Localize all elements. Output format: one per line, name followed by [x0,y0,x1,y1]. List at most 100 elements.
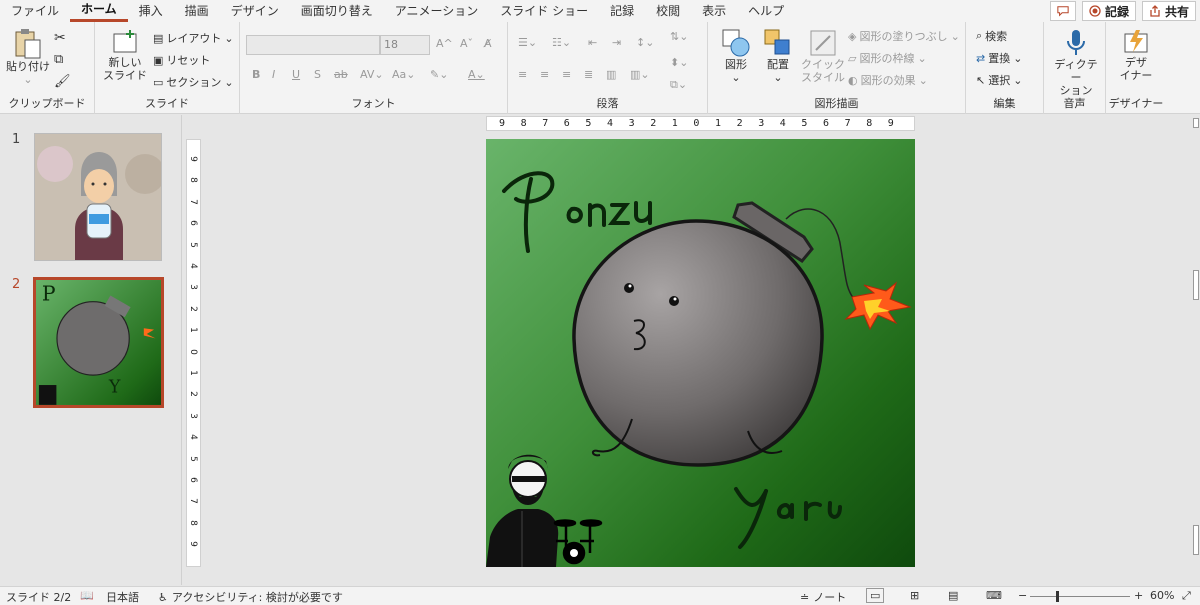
menu-help[interactable]: ヘルプ [737,0,795,22]
layout-button[interactable]: ▤ レイアウト ⌄ [153,30,234,46]
quick-styles-button[interactable]: クイック スタイル [800,28,846,84]
shape-fill-button[interactable]: ◈ 図形の塗りつぶし ⌄ [848,28,960,44]
thumbnail-slide-2[interactable]: P Y [33,277,164,408]
menu-draw[interactable]: 描画 [174,0,220,22]
zoom-slider-thumb[interactable] [1056,591,1059,602]
paste-button[interactable]: 貼り付け ⌄ [6,28,50,86]
grow-font-icon[interactable]: A^ [436,37,453,50]
find-button[interactable]: ⌕ 検索 [976,28,1007,44]
zoom-slider[interactable] [1030,591,1130,602]
shape-outline-button[interactable]: ▱ 図形の枠線 ⌄ [848,50,927,66]
menu-animations[interactable]: アニメーション [384,0,490,22]
bullets-icon[interactable]: ☰⌄ [518,36,537,49]
menu-slideshow[interactable]: スライド ショー [489,0,599,22]
ruler-tick-label: 7 [187,498,198,505]
case-icon[interactable]: Aa⌄ [392,68,415,81]
thumbnail-slide-1[interactable] [34,133,162,261]
line-spacing-icon[interactable]: ↕⌄ [636,36,654,49]
columns-icon[interactable]: ▥⌄ [630,68,650,81]
select-label: 選択 [988,74,1011,87]
bomb-right-eye [669,296,679,306]
share-button[interactable]: 共有 [1141,1,1196,21]
align-left-icon[interactable]: ≡ [518,68,527,81]
zoom-in-icon[interactable]: + [1134,589,1143,602]
record-button[interactable]: 記録 [1081,1,1136,21]
shadow-icon[interactable]: S [314,68,321,81]
menu-design[interactable]: デザイン [220,0,290,22]
select-button[interactable]: ↖ 選択 ⌄ [976,72,1022,88]
ruler-tick-label: 2 [187,305,198,312]
font-color-icon[interactable]: A⌄ [468,68,485,81]
fit-slide-icon[interactable]: ⤢ [1182,589,1191,603]
ruler-tick-label: 6 [187,477,198,483]
horizontal-ruler[interactable]: 9 8 7 6 5 4 3 2 1 0 1 2 3 4 5 6 7 8 9 [486,116,915,131]
shapes-button[interactable]: 図形 ⌄ [716,28,756,84]
increase-indent-icon[interactable]: ⇥ [612,36,621,49]
section-button[interactable]: ▭ セクション ⌄ [153,74,234,90]
decrease-indent-icon[interactable]: ⇤ [588,36,597,49]
thumbnail-pane: 1 2 P Y [0,115,182,585]
comments-button[interactable] [1049,1,1076,21]
align-right-icon[interactable]: ≡ [562,68,571,81]
group-paragraph: ☰⌄ ☷⌄ ⇤ ⇥ ↕⌄ ⇅⌄ ≡ ≡ ≡ ≣ ▥ ▥⌄ ⬍⌄ ⧉⌄ 段落 [508,22,708,114]
normal-view-icon[interactable]: ▭ [866,588,885,603]
clear-format-icon[interactable]: A̸ [484,37,492,50]
align-center-icon[interactable]: ≡ [540,68,549,81]
strikethrough-icon[interactable]: ab [334,68,348,81]
menu-home[interactable]: ホーム [70,0,128,22]
dictate-button[interactable]: ディクテー ション [1050,28,1102,97]
underline-icon[interactable]: U [292,68,300,81]
menu-insert[interactable]: 挿入 [128,0,174,22]
italic-icon[interactable]: I [272,68,275,81]
bold-icon[interactable]: B [252,68,260,81]
shapes-label: 図形 [725,58,747,71]
accessibility-button[interactable]: ♿ アクセシビリティ: 検討が必要です [158,589,343,605]
vertical-scrollbar[interactable] [1192,115,1200,585]
ruler-tick-label: 9 [187,156,198,162]
distribute-icon[interactable]: ▥ [606,68,616,81]
copy-icon[interactable]: ⧉ [54,52,63,67]
slideshow-view-icon[interactable]: ⌨ [986,589,1002,602]
replace-button[interactable]: ⇄ 置換 ⌄ [976,50,1022,66]
font-size-combo[interactable]: 18 [380,35,430,55]
ruler-tick-label: 2 [736,118,743,129]
menu-transitions[interactable]: 画面切り替え [290,0,384,22]
menu-file[interactable]: ファイル [0,0,70,22]
slide-canvas[interactable] [486,139,915,567]
text-direction-icon[interactable]: ⇅⌄ [670,30,688,43]
designer-label-2: イナー [1119,69,1153,82]
group-drawing: 図形 ⌄ 配置 ⌄ クイック スタイル ◈ 図形の塗りつぶし ⌄ ▱ 図形の枠線 ⌄ ◐… [708,22,966,114]
cut-icon[interactable]: ✂ [54,30,66,46]
group-editing: ⌕ 検索 ⇄ 置換 ⌄ ↖ 選択 ⌄ 編集 [966,22,1044,114]
spellcheck-icon[interactable]: 📖 [80,589,94,602]
reset-button[interactable]: ▣ リセット [153,52,210,68]
ruler-tick-label: 7 [187,198,198,205]
vertical-ruler[interactable]: 9 8 7 6 5 4 3 2 1 0 1 2 3 4 5 6 7 8 9 [186,139,201,567]
font-name-combo[interactable] [246,35,380,55]
format-painter-icon[interactable]: 🖌 [54,74,71,89]
designer-button[interactable]: デザ イナー [1114,28,1158,82]
zoom-out-icon[interactable]: − [1018,589,1027,602]
menu-bar: ファイル ホーム 挿入 描画 デザイン 画面切り替え アニメーション スライド … [0,0,1200,22]
highlight-icon[interactable]: ✎⌄ [430,68,448,81]
menu-record[interactable]: 記録 [599,0,645,22]
align-text-icon[interactable]: ⬍⌄ [670,56,688,69]
new-slide-button[interactable]: 新しい スライド [103,28,147,82]
reading-view-icon[interactable]: ▤ [948,589,958,602]
numbering-icon[interactable]: ☷⌄ [552,36,571,49]
justify-icon[interactable]: ≣ [584,68,593,81]
clipboard-label: クリップボード [8,97,86,110]
spacing-icon[interactable]: AV⌄ [360,68,384,81]
language-indicator[interactable]: 日本語 [106,589,139,605]
ruler-tick-label: 3 [758,118,765,129]
slide-sorter-icon[interactable]: ⊞ [910,589,919,602]
shape-effects-button[interactable]: ◐ 図形の効果 ⌄ [848,72,928,88]
menu-review[interactable]: 校閲 [645,0,691,22]
shrink-font-icon[interactable]: Aˇ [460,37,473,50]
menu-view[interactable]: 表示 [691,0,737,22]
zoom-level[interactable]: 60% [1150,589,1174,602]
notes-button[interactable]: ≐ ノート [800,589,846,605]
arrange-button[interactable]: 配置 ⌄ [758,28,798,84]
smartart-icon[interactable]: ⧉⌄ [670,78,687,92]
ruler-tick-label: 0 [187,348,198,355]
